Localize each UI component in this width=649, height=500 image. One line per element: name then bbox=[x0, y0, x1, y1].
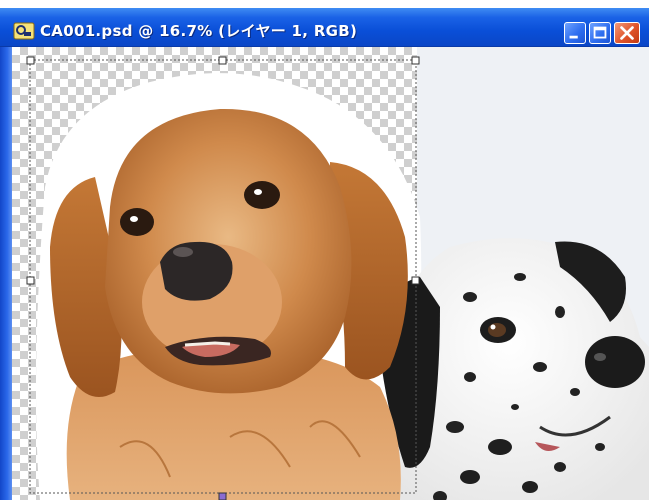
transform-handle-middle-right bbox=[411, 276, 420, 285]
photoshop-app-icon[interactable] bbox=[13, 22, 35, 40]
maximize-button[interactable] bbox=[589, 22, 611, 44]
document-canvas[interactable] bbox=[0, 47, 649, 500]
close-icon bbox=[620, 26, 634, 40]
transform-handle-top-right bbox=[411, 56, 420, 65]
transform-handle-middle-left bbox=[26, 276, 35, 285]
photo-layer[interactable] bbox=[0, 47, 649, 500]
transform-handle-top-left bbox=[26, 56, 35, 65]
transform-handle-bottom-center bbox=[218, 492, 227, 500]
minimize-icon bbox=[569, 35, 578, 39]
minimize-button[interactable] bbox=[564, 22, 586, 44]
title-bar[interactable]: CA001.psd @ 16.7% (レイヤー 1, RGB) bbox=[0, 8, 649, 47]
window-title: CA001.psd @ 16.7% (レイヤー 1, RGB) bbox=[40, 22, 358, 40]
maximize-icon bbox=[593, 26, 607, 39]
window-left-border bbox=[0, 47, 12, 500]
document-window: CA001.psd @ 16.7% (レイヤー 1, RGB) bbox=[0, 0, 649, 500]
transform-handle-top-center bbox=[218, 56, 227, 65]
close-button[interactable] bbox=[614, 22, 640, 44]
